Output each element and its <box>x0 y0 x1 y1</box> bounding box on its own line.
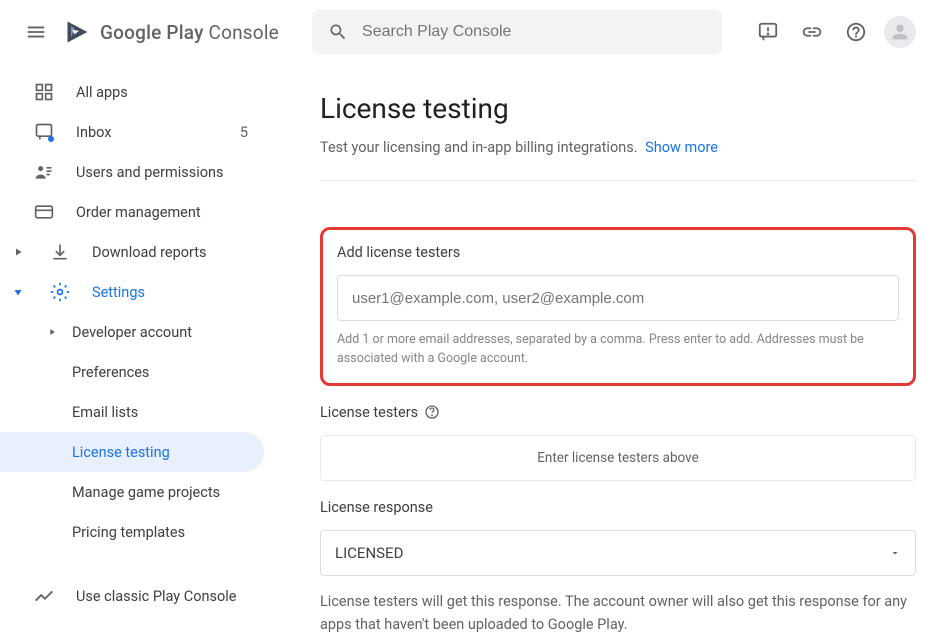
page-subtitle: Test your licensing and in-app billing i… <box>320 139 916 181</box>
sidebar-item-users[interactable]: Users and permissions <box>0 152 280 192</box>
users-icon <box>34 162 54 182</box>
sidebar-item-label: Download reports <box>92 244 207 261</box>
search-input[interactable] <box>362 23 706 41</box>
add-testers-label: Add license testers <box>337 244 899 261</box>
license-testers-label-row: License testers <box>320 404 916 421</box>
link-icon <box>801 21 823 43</box>
download-icon <box>50 242 70 262</box>
chevron-down-icon <box>12 286 24 298</box>
sidebar-item-inbox[interactable]: Inbox 5 <box>0 112 280 152</box>
sidebar-item-manage-game-projects[interactable]: Manage game projects <box>0 472 280 512</box>
sidebar-item-downloads[interactable]: Download reports <box>0 232 280 272</box>
help-button[interactable] <box>836 12 876 52</box>
license-response-select[interactable]: LICENSED <box>320 530 916 576</box>
sidebar-item-preferences[interactable]: Preferences <box>0 352 280 392</box>
chevron-right-icon <box>47 327 57 337</box>
add-testers-helper: Add 1 or more email addresses, separated… <box>337 331 899 369</box>
play-console-logo-icon <box>64 18 92 46</box>
license-testers-label: License testers <box>320 404 418 421</box>
page-title: License testing <box>320 92 916 125</box>
sidebar-item-label: Preferences <box>72 364 149 381</box>
sidebar-item-all-apps[interactable]: All apps <box>0 72 280 112</box>
chevron-right-icon <box>12 246 24 258</box>
avatar[interactable] <box>884 16 916 48</box>
search-icon <box>328 21 348 43</box>
sidebar-item-pricing-templates[interactable]: Pricing templates <box>0 512 280 552</box>
sidebar-item-license-testing[interactable]: License testing <box>0 432 264 472</box>
sidebar-item-settings[interactable]: Settings <box>0 272 280 312</box>
announcement-icon <box>757 21 779 43</box>
add-testers-highlight: Add license testers Add 1 or more email … <box>320 227 916 386</box>
search-box[interactable] <box>312 9 722 55</box>
sidebar-item-label: Settings <box>92 284 145 301</box>
sidebar-item-developer-account[interactable]: Developer account <box>0 312 280 352</box>
license-response-value: LICENSED <box>335 544 403 562</box>
license-response-label: License response <box>320 499 916 516</box>
gear-icon <box>50 282 70 302</box>
license-response-desc: License testers will get this response. … <box>320 590 916 636</box>
menu-icon <box>25 21 47 43</box>
sidebar-item-label: License testing <box>72 444 170 461</box>
sidebar-item-label: Users and permissions <box>76 164 223 181</box>
logo-area[interactable]: Google Play Console <box>64 18 304 46</box>
inbox-notification-dot <box>48 136 54 142</box>
link-button[interactable] <box>792 12 832 52</box>
add-testers-input[interactable] <box>337 275 899 321</box>
sidebar-item-label: Email lists <box>72 404 138 421</box>
sidebar-item-label: All apps <box>76 84 128 101</box>
help-icon <box>845 21 867 43</box>
dropdown-icon <box>889 547 901 559</box>
sidebar-item-label: Developer account <box>72 324 192 341</box>
card-icon <box>34 202 54 222</box>
sidebar-item-label: Manage game projects <box>72 484 220 501</box>
sidebar-item-classic-console[interactable]: Use classic Play Console <box>0 576 280 616</box>
trending-icon <box>33 585 55 607</box>
inbox-count-badge: 5 <box>240 124 248 141</box>
logo-text: Google Play Console <box>100 21 279 44</box>
sidebar-item-orders[interactable]: Order management <box>0 192 280 232</box>
sidebar-item-label: Inbox <box>76 124 111 141</box>
help-circle-icon[interactable] <box>424 404 440 420</box>
sidebar-item-label: Order management <box>76 204 201 221</box>
main-content: License testing Test your licensing and … <box>280 64 932 638</box>
sidebar-item-label: Use classic Play Console <box>76 588 236 605</box>
announcement-button[interactable] <box>748 12 788 52</box>
license-testers-empty: Enter license testers above <box>320 435 916 481</box>
menu-button[interactable] <box>16 12 56 52</box>
sidebar-item-label: Pricing templates <box>72 524 185 541</box>
sidebar: All apps Inbox 5 Users and permissions O… <box>0 64 280 638</box>
apps-icon <box>34 82 54 102</box>
person-icon <box>889 21 911 43</box>
sidebar-item-email-lists[interactable]: Email lists <box>0 392 280 432</box>
show-more-link[interactable]: Show more <box>645 139 718 156</box>
